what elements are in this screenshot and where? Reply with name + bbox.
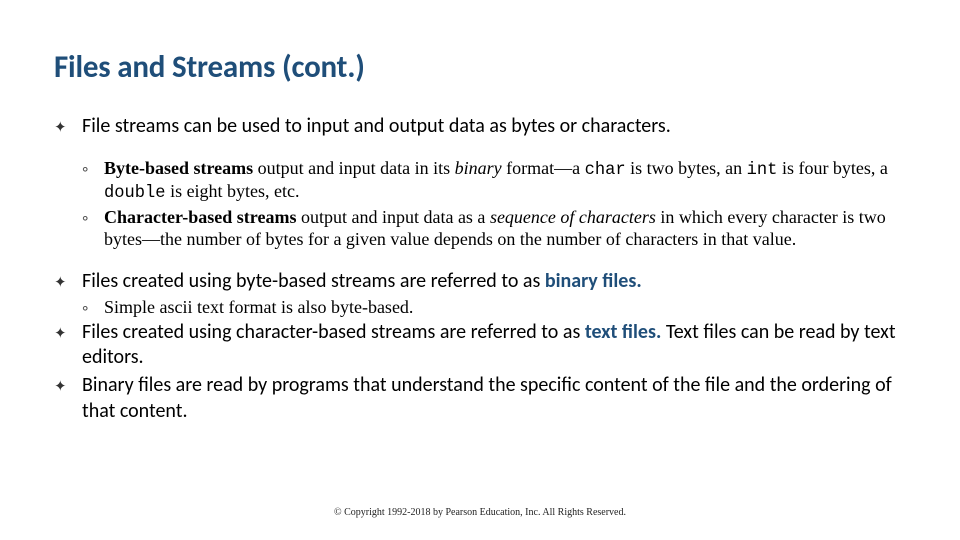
sub-bullet-1a: ◦ Byte-based streams output and input da… <box>82 158 906 206</box>
bullet-item-3: ✦ Files created using character-based st… <box>54 320 906 371</box>
sub-bullet-text: Byte-based streams output and input data… <box>104 158 906 206</box>
content-body: ✦ File streams can be used to input and … <box>54 114 906 424</box>
bullet-text: Binary files are read by programs that u… <box>82 373 906 424</box>
copyright-footer: © Copyright 1992-2018 by Pearson Educati… <box>0 507 960 518</box>
bullet-text: Files created using character-based stre… <box>82 320 906 371</box>
bullet-icon: ✦ <box>54 269 82 295</box>
bullet-icon: ✦ <box>54 320 82 371</box>
bullet-text: Files created using byte-based streams a… <box>82 269 906 295</box>
bullet-item-1: ✦ File streams can be used to input and … <box>54 114 906 140</box>
sub-bullet-text: Simple ascii text format is also byte-ba… <box>104 297 906 320</box>
sub-bullet-1b: ◦ Character-based streams output and inp… <box>82 207 906 251</box>
bullet-item-2: ✦ Files created using byte-based streams… <box>54 269 906 295</box>
bullet-icon: ✦ <box>54 114 82 140</box>
sub-bullet-icon: ◦ <box>82 158 104 206</box>
sub-bullet-text: Character-based streams output and input… <box>104 207 906 251</box>
sub-bullet-2a: ◦ Simple ascii text format is also byte-… <box>82 297 906 320</box>
bullet-text: File streams can be used to input and ou… <box>82 114 906 140</box>
sub-bullet-icon: ◦ <box>82 297 104 320</box>
bullet-item-4: ✦ Binary files are read by programs that… <box>54 373 906 424</box>
slide: Files and Streams (cont.) ✦ File streams… <box>0 0 960 540</box>
sub-bullet-icon: ◦ <box>82 207 104 251</box>
page-title: Files and Streams (cont.) <box>54 48 906 86</box>
bullet-icon: ✦ <box>54 373 82 424</box>
